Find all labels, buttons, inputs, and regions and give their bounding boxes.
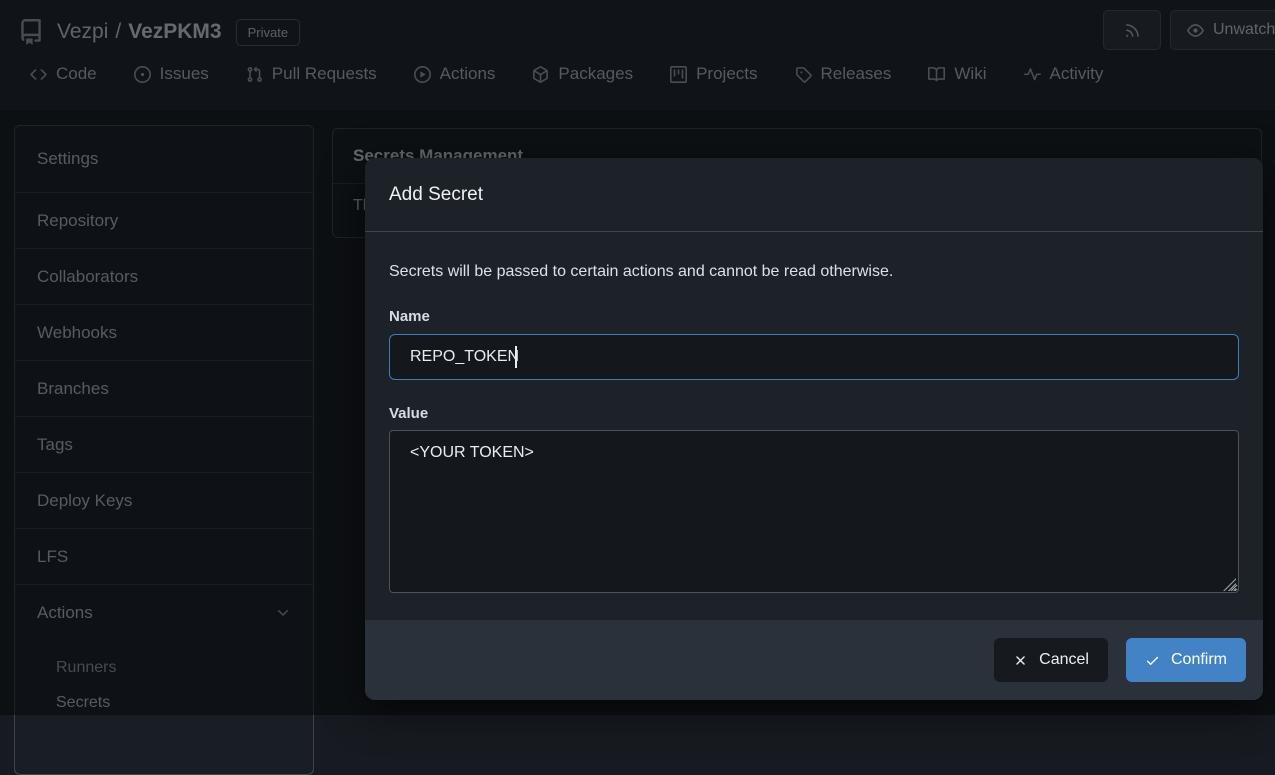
text-caret bbox=[515, 346, 517, 368]
secret-description: Secrets will be passed to certain action… bbox=[389, 263, 1239, 281]
cancel-label: Cancel bbox=[1039, 651, 1089, 669]
modal-footer: Cancel Confirm bbox=[365, 620, 1263, 700]
confirm-button[interactable]: Confirm bbox=[1126, 638, 1246, 682]
value-field-label: Value bbox=[389, 405, 1239, 422]
cancel-button[interactable]: Cancel bbox=[994, 638, 1108, 682]
modal-header: Add Secret bbox=[365, 158, 1263, 232]
modal-title: Add Secret bbox=[389, 184, 483, 206]
modal-body: Secrets will be passed to certain action… bbox=[365, 232, 1263, 620]
confirm-label: Confirm bbox=[1171, 651, 1227, 669]
add-secret-modal: Add Secret Secrets will be passed to cer… bbox=[365, 158, 1263, 700]
value-textarea-wrap: <YOUR TOKEN> bbox=[389, 430, 1239, 598]
secret-value-textarea[interactable]: <YOUR TOKEN> bbox=[389, 430, 1239, 593]
check-icon bbox=[1145, 653, 1160, 668]
name-field-label: Name bbox=[389, 308, 1239, 325]
close-icon bbox=[1013, 653, 1028, 668]
name-input-wrap bbox=[389, 334, 1239, 380]
